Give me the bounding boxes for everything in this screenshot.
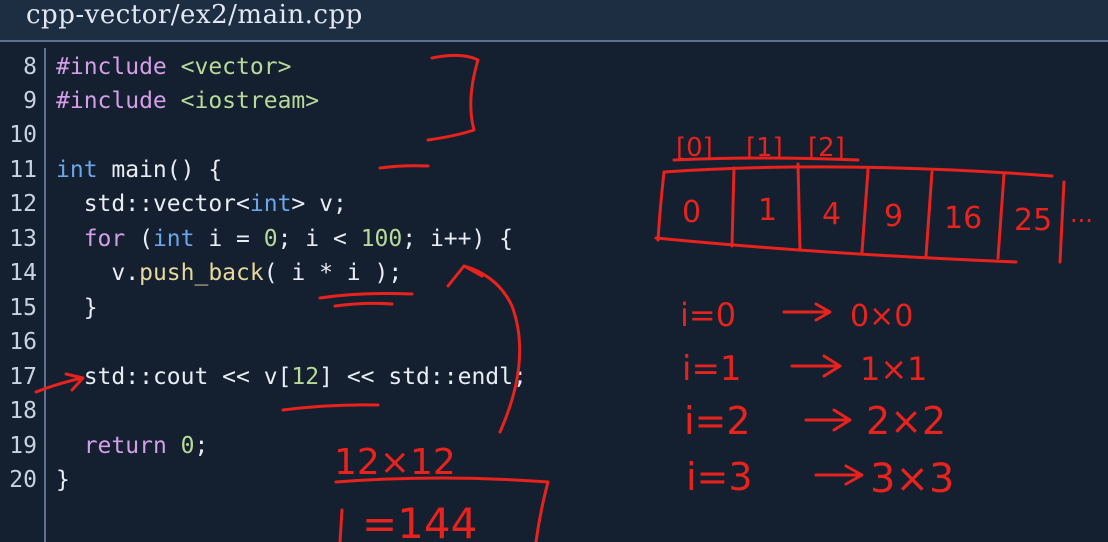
array-divider [730,166,736,248]
array-cell-value: 9 [884,199,903,234]
array-cell-value: 16 [944,201,982,236]
array-divider [996,172,1006,260]
array-divider [796,162,802,252]
index-label: [1] [746,133,783,163]
iteration-rhs: 3×3 [870,456,954,502]
iteration-arrow [804,408,852,432]
array-left-border [656,170,666,242]
iteration-arrow [790,354,842,378]
array-ellipsis: ... [1070,200,1093,228]
curved-arrow [446,264,522,434]
iteration-lhs: i=0 [680,296,736,334]
iteration-lhs: i=1 [682,349,742,389]
array-divider [860,168,870,254]
index-label: [2] [808,133,845,163]
array-divider [1058,180,1066,264]
include-bracket [426,53,480,142]
array-cell-value: 4 [822,197,841,232]
array-divider [924,170,934,258]
iteration-arrow [782,302,832,322]
array-bottom-border [654,236,1018,264]
iteration-rhs: 1×1 [860,350,928,388]
iteration-lhs: i=3 [686,455,753,499]
array-cell-value: 0 [682,195,701,230]
underline-expression [318,292,414,300]
array-cell-value: 25 [1014,203,1052,238]
underline-index [281,403,380,412]
calc-box-left [338,508,344,542]
array-cell-value: 1 [758,193,777,228]
bracket-tail [378,164,430,170]
handwritten-annotations: [0] [1] [2] 0 1 4 9 16 25 ... i=0 0×0 i=… [34,53,1093,542]
calc-expression: 12×12 [334,442,456,483]
iteration-arrow [814,464,864,486]
index-label: [0] [676,133,713,163]
iteration-rhs: 0×0 [850,299,913,334]
iteration-lhs: i=2 [684,399,751,443]
iteration-rhs: 2×2 [866,399,946,443]
line-pointer-arrow [34,372,85,394]
calc-result: =144 [362,499,477,542]
array-top-border [662,165,1054,178]
underline-expression-2 [333,301,394,308]
